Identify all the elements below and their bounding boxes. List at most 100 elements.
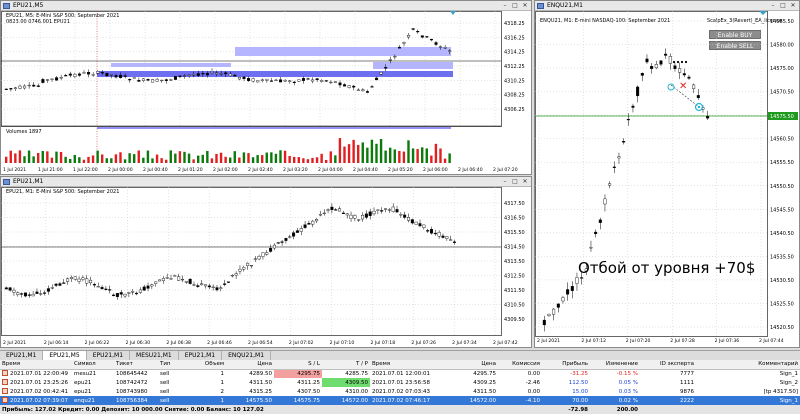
column-header[interactable]: Время [0, 360, 72, 370]
volume-bar [233, 151, 236, 163]
table-cell: sell [158, 369, 188, 378]
candle-body [237, 77, 241, 80]
candle-body [303, 224, 307, 228]
candle-body [115, 293, 119, 297]
chart-window-epu21-m1[interactable]: EPU21,M1 – □ ✕ EPU21, M1: E-Mini S&P 500… [0, 176, 532, 348]
chart-window-enqu21-m1[interactable]: ENQU21,M1 – □ ✕ ENQU21, M1: E-mini NASDA… [534, 0, 800, 348]
candle-body [87, 72, 91, 75]
table-cell: 4295.75 [446, 369, 498, 378]
candle-body [31, 293, 35, 297]
candle-body [269, 248, 273, 252]
column-header[interactable]: ID эксперта [640, 360, 696, 370]
window-titlebar[interactable]: EPU21,M5 – □ ✕ [1, 1, 531, 11]
table-cell: 4311.25 [274, 378, 322, 387]
price-chart-m1[interactable]: 4317.50 4316.50 4315.50 4314.50 4313.50 4312.… [1, 187, 531, 348]
price-axis-label: 14535.50 [770, 254, 794, 260]
candle-body [177, 276, 181, 281]
candle-body [16, 292, 20, 296]
table-cell: Sign_1 [696, 369, 800, 378]
volume-bar [206, 150, 209, 163]
window-titlebar[interactable]: ENQU21,M1 – □ ✕ [535, 1, 799, 11]
candle-body [274, 79, 278, 81]
cell-value: 2021.07.02 07:46:17 [372, 397, 430, 404]
column-header[interactable]: Комиссия [498, 360, 542, 370]
time-axis-label: 2 Jul 06:46 [207, 340, 232, 346]
candle-body [27, 294, 31, 296]
chart-tab[interactable]: MESU21,M1 [130, 351, 179, 360]
volume-bar [247, 153, 250, 163]
column-header[interactable]: Цена [226, 360, 274, 370]
table-row[interactable]: 2021.07.02 00:42:41 epu21 108743980 sell 2 43… [0, 387, 800, 396]
column-header[interactable]: Время [370, 360, 446, 370]
maximize-icon[interactable]: □ [511, 178, 519, 185]
volume-bar [366, 147, 369, 163]
candle-body [32, 84, 36, 87]
candle-body [388, 59, 392, 61]
candle-body [173, 275, 177, 277]
table-cell: epu21 [72, 378, 114, 387]
cell-value: epu21 [74, 379, 92, 386]
price-chart-enqu21[interactable]: 14585.5014580.0014575.0014570.5014565.50… [535, 11, 799, 348]
volume-bar [133, 154, 136, 163]
candle-body [292, 232, 296, 237]
chart-tab[interactable]: ENQU21,M1 [222, 351, 272, 360]
candle-body [91, 74, 95, 76]
column-header[interactable]: Символ [72, 360, 114, 370]
minimize-icon[interactable]: – [501, 2, 509, 9]
column-header[interactable]: Комментарий [696, 360, 800, 370]
summary-profit: -72.98 [542, 405, 590, 414]
chart-tab[interactable]: EPU21,M1 [0, 351, 44, 360]
close-icon[interactable]: ✕ [789, 2, 797, 9]
close-icon[interactable]: ✕ [521, 2, 529, 9]
candle-body [594, 231, 598, 235]
table-row[interactable]: 2021.07.02 07:39:07 enqu21 108756384 sell 1 1… [0, 396, 800, 405]
column-header[interactable]: S / L [274, 360, 322, 370]
chart-tab[interactable]: EPU21,M1 [87, 351, 131, 360]
volume-bar [82, 159, 86, 163]
chart-tab[interactable]: EPU21,M1 [179, 351, 223, 360]
maximize-icon[interactable]: □ [779, 2, 787, 9]
candle-body [692, 84, 696, 89]
volume-bar [5, 156, 8, 163]
volume-bar [325, 159, 328, 163]
volume-bar [187, 153, 191, 163]
minimize-icon[interactable]: – [769, 2, 777, 9]
column-header[interactable]: Цена [446, 360, 498, 370]
candle-body [338, 82, 342, 86]
cell-value: 0.03 % [618, 388, 638, 395]
time-axis-label: 2 Jul 07:12 [581, 338, 606, 344]
table-row[interactable]: 2021.07.01 23:25:26 epu21 108742472 sell 1 43… [0, 378, 800, 387]
table-row[interactable]: 2021.07.01 22:00:49 mesu21 108645442 sell 1 4… [0, 369, 800, 378]
column-header[interactable]: T / P [322, 360, 370, 370]
cell-value: 4311.50 [249, 379, 272, 386]
column-header[interactable]: Тип [158, 360, 188, 370]
minimize-icon[interactable]: – [501, 178, 509, 185]
table-cell: -0.15 % [590, 369, 640, 378]
price-axis-label: 4313.50 [504, 259, 525, 265]
close-icon[interactable]: ✕ [521, 178, 529, 185]
table-cell: 4311.50 [446, 387, 498, 396]
column-header[interactable]: Объем [188, 360, 226, 370]
chart-tab[interactable]: EPU21,M5 [43, 351, 87, 360]
maximize-icon[interactable]: □ [511, 2, 519, 9]
cell-value: 1 [220, 379, 225, 386]
trade-table: Время Символ Тикет Тип Объем Цена S / LT / P Вр… [0, 360, 800, 414]
chart-window-epu21-m5[interactable]: EPU21,M5 – □ ✕ EPU21, M5: E-Mini S&P 500… [0, 0, 532, 175]
column-header[interactable]: Прибыль [542, 360, 590, 370]
candle-body [253, 258, 257, 260]
table-cell: 0.00 [498, 369, 542, 378]
column-header[interactable]: Изменение [590, 360, 640, 370]
cell-value: 1111 [680, 379, 694, 386]
candle-body [403, 214, 407, 218]
candle-body [224, 72, 228, 75]
volume-bar [251, 157, 255, 163]
candle-body [4, 88, 8, 90]
candle-body [173, 76, 177, 80]
price-axis-label: 4312.25 [504, 64, 525, 70]
price-chart-m5[interactable]: 4318.25 4316.25 4314.25 4312.25 4310.25 4308.… [1, 11, 531, 175]
column-header[interactable]: Тикет [114, 360, 158, 370]
window-titlebar[interactable]: EPU21,M1 – □ ✕ [1, 177, 531, 187]
volume-bar [398, 150, 401, 163]
candle-body [131, 291, 135, 293]
volume-bar [361, 142, 364, 163]
